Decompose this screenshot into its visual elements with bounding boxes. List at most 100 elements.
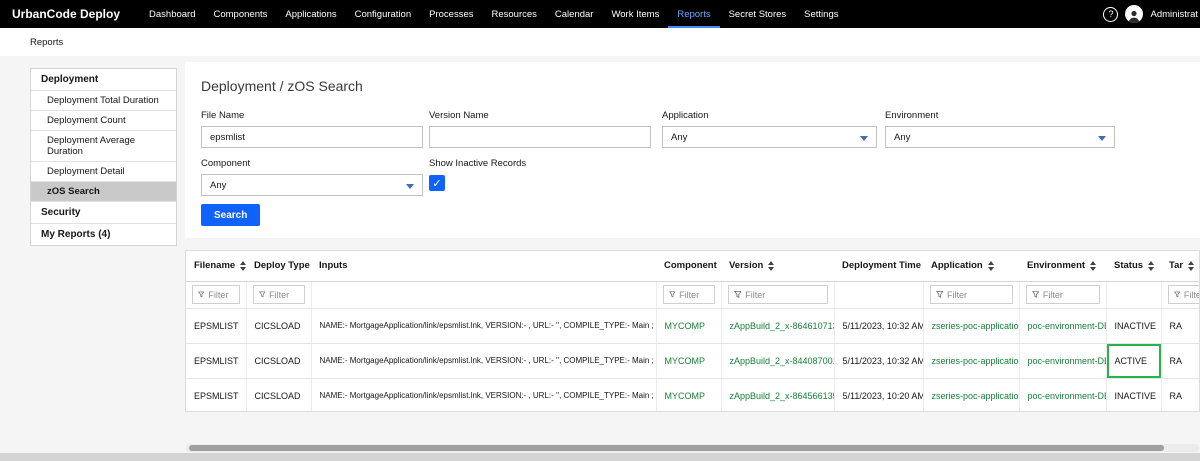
file-name-input[interactable] [201,126,423,148]
filter-icon [258,291,266,298]
nav-item-resources[interactable]: Resources [482,0,545,28]
scrollbar-thumb[interactable] [189,445,1164,451]
column-header-deploy-type[interactable]: Deploy Type [246,251,311,282]
filter-icon [198,291,205,298]
sort-icon[interactable] [1090,260,1097,271]
environment-select[interactable]: Any [885,126,1115,148]
sort-icon[interactable] [1148,260,1155,271]
application-link[interactable]: zseries-poc-application [932,391,1019,401]
component-link[interactable]: MYCOMP [665,321,706,331]
filter-input-target[interactable] [1183,289,1199,300]
cell-filename: EPSMLIST [186,378,247,411]
table-row: EPSMLIST CICSLOAD NAME:- MortgageApplica… [186,343,1199,379]
filter-cell-component [656,281,722,309]
sort-icon[interactable] [987,260,994,271]
cell-environment: poc-environment-DEV [1019,378,1107,411]
component-select[interactable]: Any [201,174,423,196]
file-name-label: File Name [201,110,245,121]
environment-link[interactable]: poc-environment-DEV [1028,391,1106,401]
nav-item-work-items[interactable]: Work Items [602,0,668,28]
component-link[interactable]: MYCOMP [665,391,706,401]
nav-item-reports[interactable]: Reports [668,0,719,28]
table-filter-row [186,281,1199,309]
horizontal-scrollbar[interactable] [186,444,1199,452]
cell-application: zseries-poc-application [923,308,1020,344]
component-link[interactable]: MYCOMP [665,356,706,366]
cell-inputs: NAME:- MortgageApplication/link/epsmlist… [311,343,657,379]
user-avatar-icon[interactable] [1125,5,1144,23]
nav-item-settings[interactable]: Settings [795,0,847,28]
version-name-input[interactable] [429,126,651,148]
environment-link[interactable]: poc-environment-DEV [1028,321,1106,331]
filter-input-version[interactable] [745,289,822,300]
application-label: Application [662,110,709,121]
nav-item-configuration[interactable]: Configuration [346,0,421,28]
sort-icon[interactable] [768,260,775,271]
nav-item-dashboard[interactable]: Dashboard [140,0,204,28]
version-link[interactable]: zAppBuild_2_x-844087001 [730,356,834,366]
user-name[interactable]: Administrat [1150,9,1198,20]
column-header-filename[interactable]: Filename [186,251,246,282]
sidebar-item-deployment-total-duration[interactable]: Deployment Total Duration [31,91,176,111]
sort-icon[interactable] [1188,260,1195,271]
table-row: EPSMLIST CICSLOAD NAME:- MortgageApplica… [186,308,1199,344]
filter-input-application[interactable] [947,289,1007,300]
help-icon[interactable]: ? [1103,6,1119,22]
sidebar-item-zos-search[interactable]: zOS Search [31,182,176,202]
sort-icon[interactable] [240,260,246,271]
app-brand: UrbanCode Deploy [12,7,121,21]
cell-application: zseries-poc-application [923,378,1020,411]
version-name-label: Version Name [429,110,489,121]
cell-inputs: NAME:- MortgageApplication/link/epsmlist… [311,378,657,411]
column-header-application[interactable]: Application [923,251,1019,282]
cell-target: RA [1161,308,1199,344]
nav-item-applications[interactable]: Applications [276,0,345,28]
filter-cell-deploy-type [246,281,312,309]
filter-icon [668,291,676,298]
cell-deployment-time: 5/11/2023, 10:32 AM [834,343,924,379]
sidebar-item-deployment-average-duration[interactable]: Deployment Average Duration [31,131,176,162]
application-link[interactable]: zseries-poc-application [932,356,1019,366]
sidebar-section-deployment[interactable]: Deployment [31,69,176,91]
environment-field-group: Environment Any [885,110,1115,148]
topbar-right-controls: ? Administrat [1103,0,1200,28]
filter-input-environment[interactable] [1042,289,1094,300]
cell-deploy-type: CICSLOAD [246,343,312,379]
filter-icon [1173,291,1180,298]
column-header-component[interactable]: Component [656,251,721,282]
table-header-row: Filename Deploy Type Inputs Component Ve… [186,251,1199,282]
version-link[interactable]: zAppBuild_2_x-864566135 [730,391,834,401]
column-header-status[interactable]: Status [1106,251,1161,282]
column-header-deployment-time[interactable]: Deployment Time [834,251,923,282]
nav-item-calendar[interactable]: Calendar [546,0,603,28]
top-navigation-bar: UrbanCode Deploy Dashboard Components Ap… [0,0,1200,28]
column-header-version[interactable]: Version [721,251,834,282]
filter-cell-environment [1019,281,1107,309]
sidebar-section-my-reports[interactable]: My Reports (4) [31,224,176,245]
show-inactive-checkbox[interactable]: ✓ [429,175,445,191]
filter-input-component[interactable] [679,289,709,300]
nav-item-processes[interactable]: Processes [420,0,482,28]
breadcrumb[interactable]: Reports [30,37,63,48]
nav-item-secret-stores[interactable]: Secret Stores [720,0,796,28]
column-header-environment[interactable]: Environment [1019,251,1106,282]
sidebar-item-deployment-detail[interactable]: Deployment Detail [31,162,176,182]
sidebar-section-security[interactable]: Security [31,202,176,224]
cell-target: RA [1161,343,1199,379]
nav-item-components[interactable]: Components [205,0,277,28]
cell-application: zseries-poc-application [923,343,1020,379]
cell-deployment-time: 5/11/2023, 10:20 AM [834,378,924,411]
column-header-target[interactable]: Tar [1161,251,1199,282]
component-field-group: Component Any [201,158,423,196]
breadcrumb-bar: Reports [0,28,1200,56]
environment-link[interactable]: poc-environment-DEV [1028,356,1106,366]
application-select[interactable]: Any [662,126,877,148]
search-button[interactable]: Search [201,204,261,226]
filter-input-filename[interactable] [208,289,234,300]
sidebar-item-deployment-count[interactable]: Deployment Count [31,111,176,131]
cell-version: zAppBuild_2_x-844087001 [721,343,835,379]
filter-input-deploy-type[interactable] [269,289,299,300]
version-link[interactable]: zAppBuild_2_x-864610713 [730,321,834,331]
application-link[interactable]: zseries-poc-application [932,321,1019,331]
cell-status: ACTIVE [1106,343,1162,379]
